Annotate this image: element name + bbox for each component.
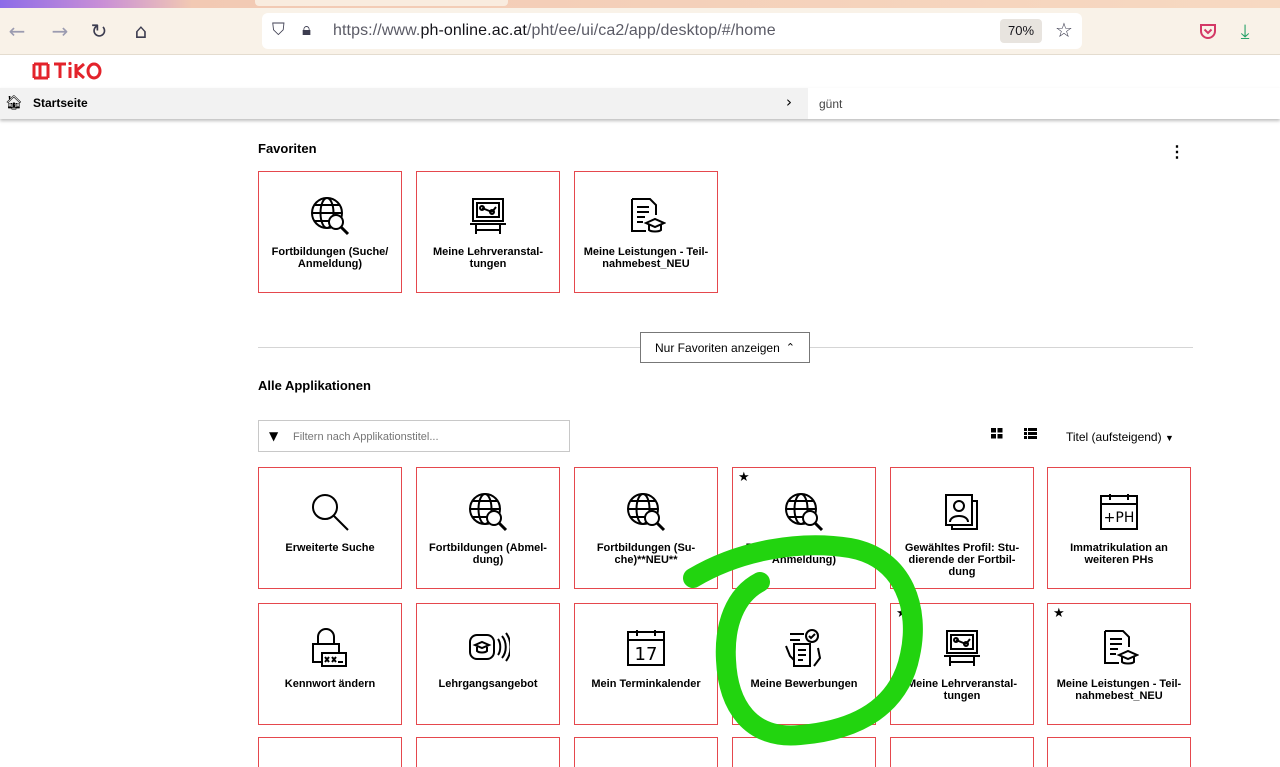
browser-tab-strip <box>0 0 1280 8</box>
tile-label: Fortbildungen (Suche/ Anmeldung) <box>271 246 389 270</box>
reload-icon[interactable]: ↻ <box>84 16 114 46</box>
home-icon[interactable]: ⌂ <box>126 16 156 46</box>
app-tile[interactable]: Kennwort ändern <box>258 603 402 725</box>
tile-label: Mein Terminkalender <box>591 678 701 690</box>
globe-search-icon <box>259 194 401 238</box>
calendar-17-icon: 17 <box>575 626 717 670</box>
application-hand-icon <box>733 626 875 670</box>
app-tile[interactable]: +PH Immatrikulation an weiteren PHs <box>1047 467 1191 589</box>
filter-icon: ▼ <box>269 429 279 443</box>
pocket-icon[interactable] <box>1193 16 1223 46</box>
favorites-title: Favoriten <box>258 141 317 156</box>
tile-label: Meine Lehrveranstal- tungen <box>906 678 1018 702</box>
tile-label: Meine Leistungen - Teil- nahmebest_NEU <box>583 246 709 270</box>
back-icon[interactable]: ← <box>2 16 32 46</box>
globe-search-icon <box>733 490 875 534</box>
lock-icon[interactable]: 🔒︎ <box>302 20 311 40</box>
favorite-tile[interactable]: Meine Lehrveranstal- tungen <box>416 171 560 293</box>
app-tile[interactable]: Fortbildungen (Su- che)**NEU** <box>574 467 718 589</box>
active-tab[interactable] <box>255 0 508 6</box>
favorite-tile[interactable]: Meine Leistungen - Teil- nahmebest_NEU <box>574 171 718 293</box>
app-tile[interactable]: 17 Mein Terminkalender <box>574 603 718 725</box>
course-broadcast-icon <box>417 626 559 670</box>
tile-label: Immatrikulation an weiteren PHs <box>1070 542 1168 566</box>
favorite-star-icon[interactable]: ★ <box>738 470 750 485</box>
chevron-right-icon[interactable]: › <box>786 93 792 111</box>
app-tile-partial[interactable] <box>258 737 402 767</box>
app-tile-partial[interactable] <box>1047 737 1191 767</box>
app-navbar: 🏠︎ Startseite › günt <box>0 88 1280 119</box>
breadcrumb[interactable]: Startseite <box>33 96 88 110</box>
shield-icon[interactable]: ⛉ <box>272 20 285 40</box>
browser-toolbar: ← → ↻ ⌂ ⛉ 🔒︎ https://www.ph-online.ac.at… <box>0 8 1280 55</box>
app-tile-partial[interactable] <box>416 737 560 767</box>
more-options-icon[interactable]: ⋮ <box>1169 142 1185 162</box>
favorite-tile[interactable]: Fortbildungen (Suche/ Anmeldung) <box>258 171 402 293</box>
favorites-only-toggle[interactable]: Nur Favoriten anzeigen ⌃ <box>640 332 810 363</box>
toggle-label: Nur Favoriten anzeigen <box>655 340 780 355</box>
caret-down-icon: ▼ <box>1164 433 1174 443</box>
calendar-ph-icon: +PH <box>1048 490 1190 534</box>
magnifier-icon <box>259 490 401 534</box>
app-tile[interactable]: ★ Meine Lehrveranstal- tungen <box>890 603 1034 725</box>
app-tile[interactable]: Fortbildungen (Abmel- dung) <box>416 467 560 589</box>
list-view-icon[interactable] <box>1024 428 1037 443</box>
app-tile[interactable]: Lehrgangsangebot <box>416 603 560 725</box>
tile-label: Lehrgangsangebot <box>438 678 538 690</box>
filter-input[interactable] <box>291 427 565 447</box>
presentation-board-icon <box>417 194 559 238</box>
bookmark-star-icon[interactable]: ☆ <box>1055 18 1073 42</box>
app-filter[interactable]: ▼ <box>258 420 570 452</box>
url-bar[interactable]: ⛉ 🔒︎ https://www.ph-online.ac.at/pht/ee/… <box>262 13 1082 49</box>
svg-text:+PH: +PH <box>1104 510 1135 526</box>
tile-label: Fortbildungen (Abmel- dung) <box>429 542 547 566</box>
tile-label: Gewähltes Profil: Stu- dierende der Fort… <box>904 542 1020 578</box>
zoom-level[interactable]: 70% <box>1000 19 1042 43</box>
lock-password-icon <box>259 626 401 670</box>
svg-text:17: 17 <box>635 644 658 665</box>
sort-label: Titel (aufsteigend) <box>1066 430 1162 444</box>
all-apps-title: Alle Applikationen <box>258 378 371 393</box>
favorite-star-icon[interactable]: ★ <box>1053 606 1065 621</box>
tile-label: Fortbildungen (Su- che)**NEU** <box>596 542 696 566</box>
download-icon[interactable]: ⤓ <box>1230 16 1260 46</box>
favorite-star-icon[interactable]: ★ <box>896 606 908 621</box>
grid-view-icon[interactable] <box>991 428 1003 443</box>
tile-label: Meine Leistungen - Teil- nahmebest_NEU <box>1056 678 1182 702</box>
app-tile-partial[interactable] <box>574 737 718 767</box>
profile-photo-icon <box>891 490 1033 534</box>
app-tile-partial[interactable] <box>890 737 1034 767</box>
app-tile[interactable]: ★ Fortbildungen (Suche/ Anmeldung) <box>732 467 876 589</box>
globe-search-icon <box>575 490 717 534</box>
tile-label: Kennwort ändern <box>284 678 376 690</box>
tile-label: Fortbildungen (Suche/ Anmeldung) <box>745 542 863 566</box>
sort-dropdown[interactable]: Titel (aufsteigend) ▼ <box>1066 430 1174 444</box>
document-graduation-icon <box>575 194 717 238</box>
home-icon[interactable]: 🏠︎ <box>5 95 23 111</box>
chevron-up-icon: ⌃ <box>785 341 795 354</box>
document-graduation-icon <box>1048 626 1190 670</box>
app-tile[interactable]: Erweiterte Suche <box>258 467 402 589</box>
tile-label: Meine Lehrveranstal- tungen <box>432 246 544 270</box>
app-tile[interactable]: Meine Bewerbungen <box>732 603 876 725</box>
app-tile[interactable]: Gewähltes Profil: Stu- dierende der Fort… <box>890 467 1034 589</box>
app-tile[interactable]: ★ Meine Leistungen - Teil- nahmebest_NEU <box>1047 603 1191 725</box>
tile-label: Meine Bewerbungen <box>750 678 858 690</box>
app-logo[interactable] <box>32 61 102 87</box>
globe-search-icon <box>417 490 559 534</box>
forward-icon[interactable]: → <box>45 16 75 46</box>
app-tile-partial[interactable] <box>732 737 876 767</box>
presentation-board-icon <box>891 626 1033 670</box>
url-text[interactable]: https://www.ph-online.ac.at/pht/ee/ui/ca… <box>333 22 776 40</box>
tile-label: Erweiterte Suche <box>285 542 375 554</box>
user-name[interactable]: günt <box>819 97 842 111</box>
user-area <box>808 88 1280 119</box>
